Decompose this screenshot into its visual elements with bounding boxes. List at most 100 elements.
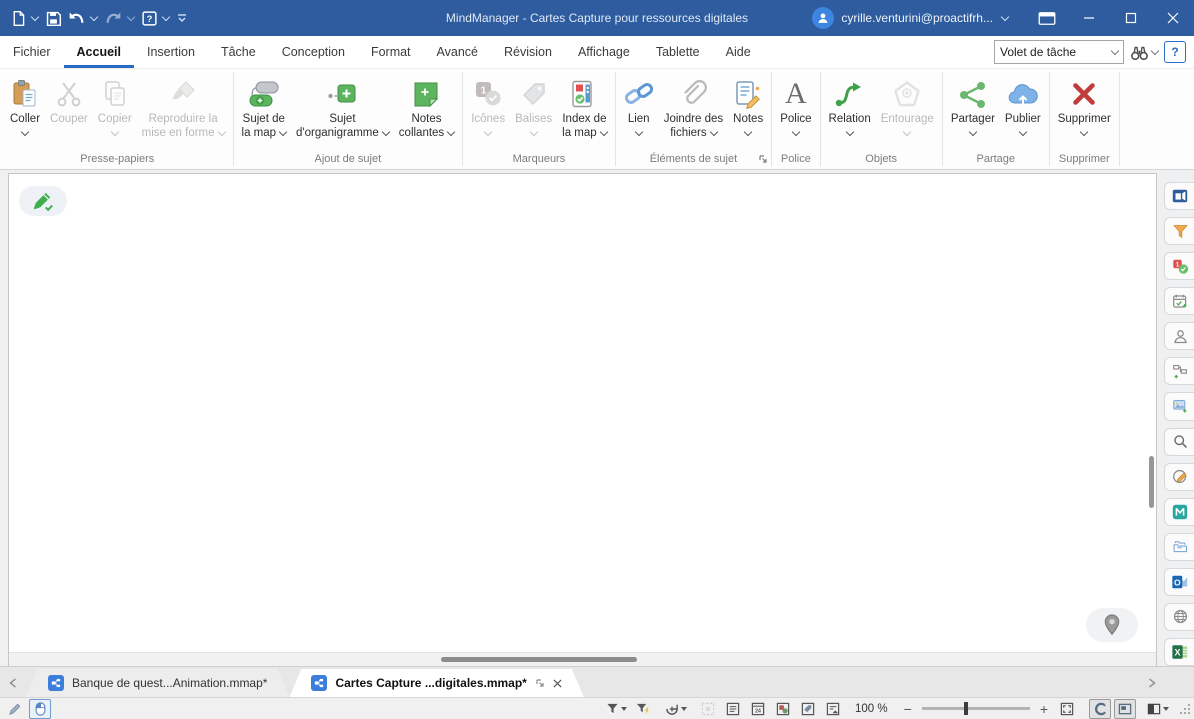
sidebar-item-outlook[interactable]: O	[1164, 568, 1194, 596]
sidebar-item-filter[interactable]	[1164, 217, 1194, 245]
sidebar-item-map-parts[interactable]	[1164, 357, 1194, 385]
map-index-button[interactable]: Index de la map	[557, 75, 612, 143]
marker-icons-icon: 1	[1172, 258, 1189, 275]
group-label: Partage	[946, 148, 1046, 169]
tab-conception[interactable]: Conception	[269, 36, 358, 68]
account-menu[interactable]: cyrille.venturini@proactifrh...	[812, 7, 1012, 29]
mouse-mode-button[interactable]	[29, 699, 51, 719]
document-tab[interactable]: Banque de quest...Animation.mmap*	[26, 669, 289, 697]
save-icon	[45, 10, 62, 27]
cut-button: Couper	[45, 75, 93, 128]
org-chart-topic-button[interactable]: Sujet d'organigramme	[291, 75, 394, 143]
sidebar-item-snap[interactable]	[1164, 498, 1194, 526]
group-label: Police	[775, 148, 816, 169]
tab-format[interactable]: Format	[358, 36, 424, 68]
snap-toggle-button[interactable]	[1089, 699, 1111, 719]
tab-scroll-right-button[interactable]	[1148, 669, 1156, 697]
fit-map-button[interactable]	[1056, 699, 1078, 719]
zoom-slider-thumb[interactable]	[964, 702, 968, 715]
redo-icon	[104, 10, 123, 27]
delete-button[interactable]: Supprimer	[1053, 75, 1116, 138]
sidebar-item-capture[interactable]	[1164, 463, 1194, 491]
help-button[interactable]: ?	[139, 7, 160, 30]
chevron-down-icon[interactable]	[31, 13, 39, 21]
contextual-help-button[interactable]: ?	[1164, 41, 1186, 63]
attach-files-button[interactable]: Joindre des fichiers	[659, 75, 728, 143]
save-button[interactable]	[43, 7, 64, 30]
paste-button[interactable]: Coller	[5, 75, 45, 138]
zoom-in-button[interactable]: +	[1035, 701, 1053, 717]
link-button[interactable]: Lien	[619, 75, 659, 138]
tab-aide[interactable]: Aide	[713, 36, 764, 68]
sidebar-item-search[interactable]	[1164, 428, 1194, 456]
tab-fichier[interactable]: Fichier	[0, 36, 64, 68]
sidebar-item-excel[interactable]: X	[1164, 638, 1194, 666]
tab-tablette[interactable]: Tablette	[643, 36, 713, 68]
document-tab-active[interactable]: Cartes Capture ...digitales.mmap*	[289, 669, 583, 697]
find-button[interactable]	[1130, 44, 1158, 61]
sidebar-item-task-info[interactable]	[1164, 182, 1194, 210]
close-tab-icon[interactable]	[553, 679, 562, 688]
zoom-out-button[interactable]: −	[899, 701, 917, 717]
horizontal-scrollbar[interactable]	[441, 657, 637, 662]
location-pin-button[interactable]	[1086, 608, 1138, 642]
publish-button[interactable]: Publier	[1000, 75, 1046, 138]
svg-text:O: O	[1174, 577, 1181, 587]
icons-marker-button: 1 Icônes	[466, 75, 510, 138]
status-filter-button[interactable]	[604, 699, 629, 719]
zoom-slider[interactable]	[922, 707, 1030, 710]
maximize-button[interactable]	[1110, 0, 1152, 36]
presentation-view-button[interactable]	[822, 699, 844, 719]
tab-affichage[interactable]: Affichage	[565, 36, 643, 68]
theme-button[interactable]	[1145, 699, 1171, 719]
popout-tab-icon[interactable]	[535, 678, 545, 688]
tab-scroll-left-button[interactable]	[0, 669, 26, 697]
sidebar-item-image-library[interactable]	[1164, 392, 1194, 420]
horizontal-scrollbar-track[interactable]	[9, 652, 1156, 666]
tab-accueil[interactable]: Accueil	[64, 36, 134, 68]
chevron-down-icon[interactable]	[127, 13, 135, 21]
share-button[interactable]: Partager	[946, 75, 1000, 138]
sidebar-item-resources[interactable]	[1164, 322, 1194, 350]
sidebar-item-task-calendar[interactable]	[1164, 287, 1194, 315]
new-document-button[interactable]	[8, 7, 29, 30]
outline-view-button[interactable]	[722, 699, 744, 719]
window-preview-button[interactable]	[1026, 0, 1068, 36]
chevron-down-icon	[382, 128, 390, 136]
schedule-view-button[interactable]: 24	[747, 699, 769, 719]
status-bar: 24 100 % − +	[0, 697, 1194, 719]
power-filter-button[interactable]	[632, 699, 654, 719]
binoculars-icon	[1130, 44, 1149, 61]
sidebar-item-file-explorer[interactable]	[1164, 533, 1194, 561]
tag-view-icon	[801, 702, 815, 716]
chevron-down-icon[interactable]	[90, 13, 98, 21]
tab-revision[interactable]: Révision	[491, 36, 565, 68]
close-button[interactable]	[1152, 0, 1194, 36]
customize-quick-access-button[interactable]	[174, 9, 190, 27]
undo-button[interactable]	[65, 7, 88, 30]
tag-view-button[interactable]	[797, 699, 819, 719]
marker-view-button[interactable]	[772, 699, 794, 719]
edit-mode-indicator[interactable]	[19, 186, 67, 216]
sticky-notes-button[interactable]: Notes collantes	[394, 75, 459, 143]
font-button[interactable]: A Police	[775, 75, 816, 138]
task-pane-select[interactable]: Volet de tâche	[994, 40, 1124, 64]
map-canvas[interactable]	[8, 173, 1157, 666]
tab-tache[interactable]: Tâche	[208, 36, 269, 68]
pen-mode-button[interactable]	[4, 699, 26, 719]
vertical-scrollbar[interactable]	[1149, 456, 1154, 508]
chevron-down-icon[interactable]	[162, 13, 170, 21]
tab-insertion[interactable]: Insertion	[134, 36, 208, 68]
resize-grip[interactable]	[1180, 704, 1190, 714]
minimize-button[interactable]	[1068, 0, 1110, 36]
sidebar-item-marker-icons[interactable]: 1	[1164, 252, 1194, 280]
redo-button[interactable]	[102, 7, 125, 30]
add-view-button[interactable]	[663, 699, 689, 719]
layout-toggle-button[interactable]	[1114, 699, 1136, 719]
dialog-launcher-icon[interactable]	[758, 154, 768, 164]
sidebar-item-web[interactable]	[1164, 603, 1194, 631]
tab-avance[interactable]: Avancé	[424, 36, 491, 68]
map-topic-button[interactable]: Sujet de la map	[237, 75, 292, 143]
notes-button[interactable]: Notes	[728, 75, 768, 138]
relationship-button[interactable]: Relation	[824, 75, 876, 138]
